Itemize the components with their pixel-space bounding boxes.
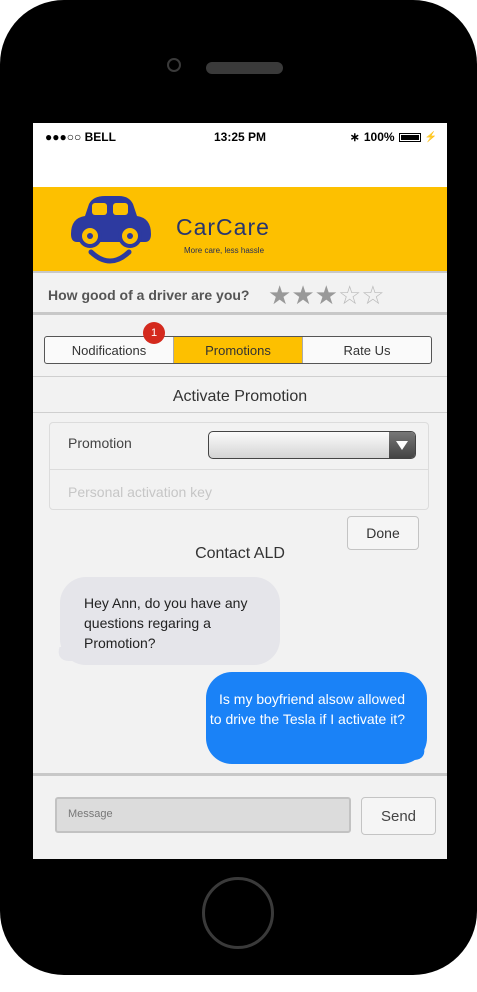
- car-logo-icon: [71, 196, 151, 264]
- star-filled-icon[interactable]: ★: [315, 280, 338, 310]
- tab-rate-us[interactable]: Rate Us: [303, 337, 431, 363]
- screen: ●●●○○ BELL 13:25 PM ∗ 100% ⚡ CarCare Mor…: [33, 123, 447, 859]
- star-filled-icon[interactable]: ★: [291, 280, 314, 310]
- message-input[interactable]: Message: [55, 797, 351, 833]
- message-composer: Message Send: [33, 773, 447, 859]
- camera-icon: [167, 58, 181, 72]
- star-rating[interactable]: ★★★☆☆: [268, 280, 385, 311]
- promotion-form: Promotion Personal activation key: [49, 422, 429, 510]
- outgoing-message: Is my boyfriend alsow allowed to drive t…: [206, 672, 427, 764]
- brand-tagline: More care, less hassle: [184, 246, 265, 255]
- phone-frame: ●●●○○ BELL 13:25 PM ∗ 100% ⚡ CarCare Mor…: [0, 0, 477, 975]
- tab-promotions[interactable]: Promotions: [174, 337, 303, 363]
- tab-bar: Nodifications Promotions Rate Us: [44, 336, 432, 364]
- bluetooth-icon: ∗: [349, 130, 360, 144]
- star-empty-icon[interactable]: ☆: [361, 280, 384, 310]
- promotion-title: Activate Promotion: [172, 388, 308, 405]
- home-button[interactable]: [202, 877, 274, 949]
- status-right: ∗ 100% ⚡: [350, 130, 437, 144]
- brand-name: CarCare: [176, 214, 270, 240]
- charging-icon: ⚡: [424, 131, 437, 143]
- send-button[interactable]: Send: [361, 797, 436, 835]
- chevron-down-icon[interactable]: [389, 432, 415, 458]
- promotion-label: Promotion: [68, 435, 132, 451]
- divider: [33, 412, 447, 413]
- speaker-grill: [206, 62, 283, 74]
- chat-area: Hey Ann, do you have any questions regar…: [33, 569, 447, 774]
- contact-title: Contact ALD: [195, 545, 285, 562]
- nav-bar: [33, 149, 447, 187]
- star-filled-icon[interactable]: ★: [268, 280, 291, 310]
- promotion-select[interactable]: [208, 431, 416, 459]
- battery-icon: [398, 132, 421, 142]
- notification-badge: 1: [143, 322, 165, 344]
- activation-key-input[interactable]: Personal activation key: [68, 484, 212, 500]
- rating-row: How good of a driver are you? ★★★☆☆: [33, 273, 447, 315]
- incoming-message: Hey Ann, do you have any questions regar…: [60, 577, 280, 665]
- battery-percent: 100%: [363, 130, 395, 144]
- divider: [33, 376, 447, 377]
- app-header: CarCare More care, less hassle: [33, 187, 447, 273]
- star-empty-icon[interactable]: ☆: [338, 280, 361, 310]
- promotion-row: Promotion: [50, 423, 428, 470]
- status-bar: ●●●○○ BELL 13:25 PM ∗ 100% ⚡: [33, 123, 447, 149]
- rating-question: How good of a driver are you?: [48, 287, 250, 303]
